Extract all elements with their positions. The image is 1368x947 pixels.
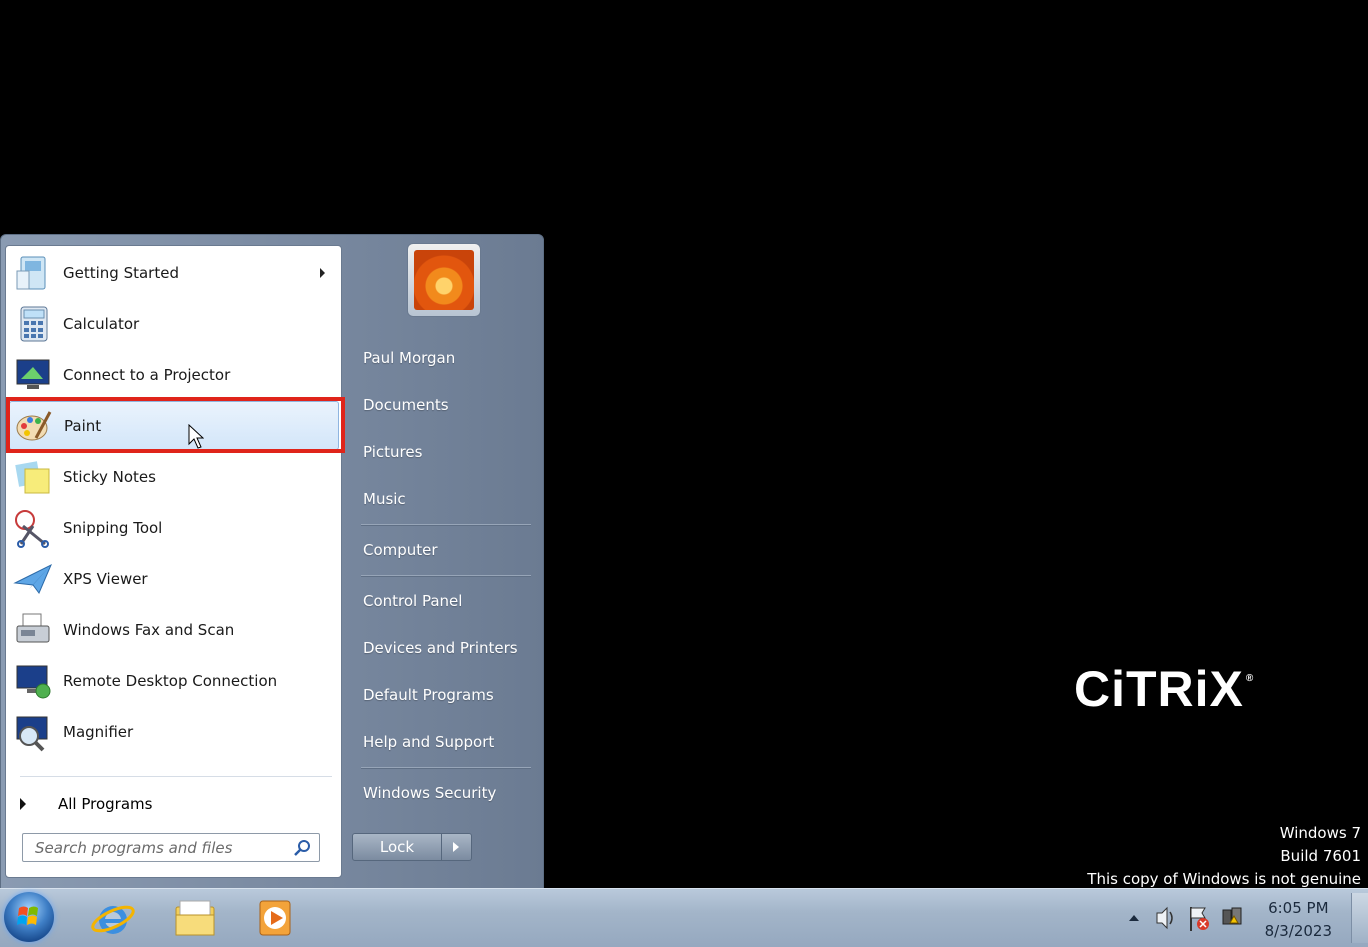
mouse-cursor-icon (188, 424, 204, 449)
show-hidden-icons-icon[interactable] (1126, 889, 1142, 947)
sticky-notes-icon (15, 460, 50, 493)
xps-viewer-icon (13, 563, 52, 594)
link-pictures[interactable]: Pictures (363, 440, 422, 464)
action-center-flag-icon[interactable] (1186, 889, 1212, 947)
program-calculator[interactable]: Calculator (9, 299, 339, 348)
link-default-programs[interactable]: Default Programs (363, 683, 494, 707)
program-label: Snipping Tool (63, 518, 163, 537)
program-label: Remote Desktop Connection (63, 671, 278, 690)
program-label: Windows Fax and Scan (63, 620, 235, 639)
program-label: Calculator (63, 314, 140, 333)
program-xps-viewer[interactable]: XPS Viewer (9, 554, 339, 603)
chevron-right-icon (453, 842, 459, 852)
paint-icon (16, 410, 52, 440)
submenu-arrow-icon (320, 268, 325, 278)
right-separator (361, 524, 531, 526)
program-label: Paint (64, 416, 102, 435)
media-player-icon[interactable] (250, 893, 300, 943)
start-menu: Getting Started Calculator Connect to a … (0, 234, 544, 889)
link-user-folder[interactable]: Paul Morgan (363, 346, 455, 370)
system-clock[interactable]: 6:05 PM 8/3/2023 (1265, 897, 1332, 943)
program-label: Sticky Notes (63, 467, 156, 486)
show-desktop-button[interactable] (1351, 893, 1368, 943)
right-separator (361, 767, 531, 769)
internet-explorer-icon[interactable] (88, 893, 138, 943)
program-label: XPS Viewer (63, 569, 148, 588)
program-label: Connect to a Projector (63, 365, 231, 384)
program-snipping-tool[interactable]: Snipping Tool (9, 503, 339, 552)
search-box[interactable] (22, 833, 320, 862)
windows-explorer-icon[interactable] (170, 893, 220, 943)
program-magnifier[interactable]: Magnifier (9, 707, 339, 756)
program-paint[interactable]: Paint (9, 401, 339, 450)
start-menu-programs-pane: Getting Started Calculator Connect to a … (5, 245, 342, 878)
program-remote-desktop[interactable]: Remote Desktop Connection (9, 656, 339, 705)
program-connect-projector[interactable]: Connect to a Projector (9, 350, 339, 399)
clock-date: 8/3/2023 (1264, 922, 1332, 940)
programs-separator (20, 776, 332, 777)
windows-watermark: Windows 7 Build 7601 This copy of Window… (1087, 822, 1361, 891)
start-button[interactable] (4, 892, 54, 942)
program-fax-scan[interactable]: Windows Fax and Scan (9, 605, 339, 654)
program-getting-started[interactable]: Getting Started (9, 248, 339, 297)
user-picture[interactable] (407, 243, 481, 317)
user-avatar-flower (414, 250, 474, 310)
all-programs-button[interactable]: All Programs (20, 789, 152, 819)
remote-desktop-icon (16, 665, 51, 698)
link-music[interactable]: Music (363, 487, 406, 511)
link-windows-security[interactable]: Windows Security (363, 781, 496, 805)
program-sticky-notes[interactable]: Sticky Notes (9, 452, 339, 501)
link-documents[interactable]: Documents (363, 393, 449, 417)
link-control-panel[interactable]: Control Panel (363, 589, 462, 613)
fax-scan-icon (16, 613, 50, 642)
program-label: Magnifier (63, 722, 134, 741)
network-icon[interactable] (1220, 889, 1244, 947)
clock-time: 6:05 PM (1268, 899, 1329, 917)
all-programs-label: All Programs (58, 795, 153, 813)
right-separator (361, 575, 531, 577)
windows-logo-icon (17, 906, 38, 925)
citrix-logo: CiTRiX ® (1074, 661, 1255, 717)
link-devices-printers[interactable]: Devices and Printers (363, 636, 518, 660)
snipping-tool-icon (15, 509, 49, 548)
volume-icon[interactable] (1154, 889, 1178, 947)
search-icon[interactable] (293, 839, 311, 857)
calculator-icon (20, 306, 48, 341)
taskbar: 6:05 PM 8/3/2023 (0, 888, 1368, 947)
watermark-line-1: Windows 7 (1279, 824, 1361, 842)
program-label: Getting Started (63, 263, 179, 282)
expand-arrow-icon (20, 798, 26, 810)
link-computer[interactable]: Computer (363, 538, 438, 562)
shutdown-options-button[interactable] (442, 833, 472, 861)
getting-started-icon (16, 256, 46, 289)
lock-button[interactable]: Lock (352, 833, 442, 861)
projector-icon (16, 359, 50, 389)
link-help-support[interactable]: Help and Support (363, 730, 494, 754)
magnifier-icon (16, 716, 48, 751)
watermark-line-2: Build 7601 (1280, 847, 1361, 865)
search-input[interactable] (33, 837, 287, 858)
